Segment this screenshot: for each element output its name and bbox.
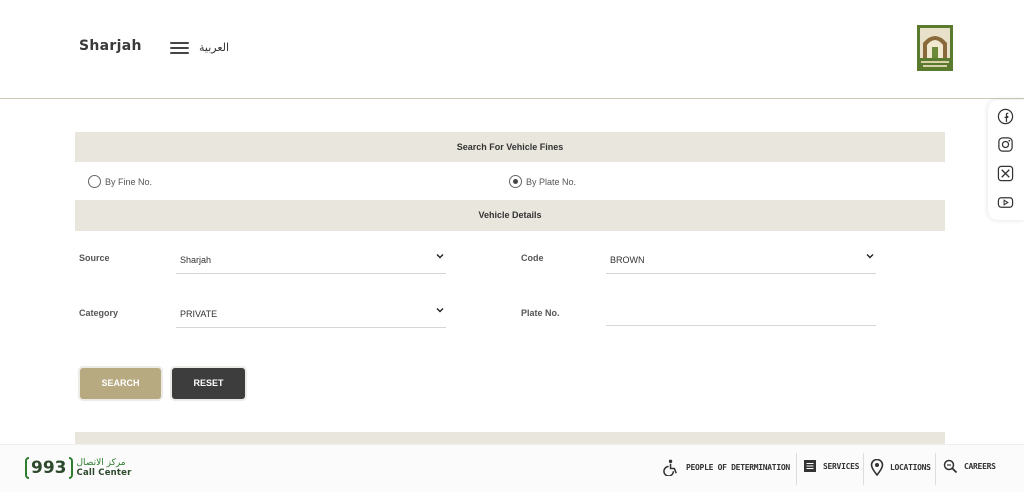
footer-divider — [796, 453, 797, 485]
footer-divider — [935, 453, 936, 485]
footer-link-careers[interactable]: CAREERS — [943, 459, 996, 474]
footer-link-services[interactable]: SERVICES — [803, 459, 859, 473]
footer-link-people-of-determination[interactable]: PEOPLE OF DETERMINATION — [663, 459, 790, 476]
footer-divider — [863, 453, 864, 485]
plate-no-input[interactable] — [606, 302, 876, 326]
wheelchair-icon — [663, 459, 677, 476]
chevron-down-icon — [866, 254, 874, 259]
footer-link-label: SERVICES — [823, 461, 860, 471]
category-value: PRIVATE — [180, 309, 218, 319]
social-links-sidebar — [988, 100, 1024, 220]
call-center-number: 993 — [25, 456, 73, 480]
site-header: Sharjah العربية — [0, 0, 1024, 99]
code-select[interactable]: BROWN — [606, 248, 876, 274]
call-center-badge[interactable]: 993 مركز الاتصال Call Center — [25, 456, 132, 480]
location-pin-icon — [870, 459, 884, 476]
chevron-down-icon — [436, 308, 444, 313]
sharjah-municipality-logo[interactable] — [917, 25, 953, 71]
x-icon[interactable] — [997, 165, 1014, 182]
source-label: Source — [79, 253, 110, 263]
code-label: Code — [521, 253, 544, 263]
call-center-digits: 993 — [31, 458, 67, 478]
category-label: Category — [79, 308, 119, 318]
search-section-header: Search For Vehicle Fines — [75, 132, 945, 162]
category-select[interactable]: PRIVATE — [176, 302, 446, 328]
search-button[interactable]: SEARCH — [80, 368, 161, 399]
footer-bar: 993 مركز الاتصال Call Center PEOPLE OF D… — [0, 444, 1024, 492]
brand-title[interactable]: Sharjah — [79, 38, 142, 54]
list-icon — [804, 460, 816, 472]
youtube-icon[interactable] — [997, 194, 1014, 211]
radio-label: By Fine No. — [105, 176, 153, 187]
plate-no-label: Plate No. — [521, 308, 560, 318]
chevron-down-icon — [436, 254, 444, 259]
radio-by-fine-no[interactable]: By Fine No. — [88, 175, 152, 188]
radio-label: By Plate No. — [526, 176, 577, 187]
radio-circle[interactable] — [88, 175, 101, 188]
call-center-text: مركز الاتصال Call Center — [77, 458, 132, 478]
bracket-right — [68, 457, 73, 479]
radio-circle-selected[interactable] — [509, 175, 522, 188]
vehicle-details-header: Vehicle Details — [75, 200, 945, 231]
call-center-arabic: مركز الاتصال — [76, 458, 126, 468]
instagram-icon[interactable] — [997, 136, 1014, 153]
source-value: Sharjah — [180, 255, 212, 265]
hamburger-icon[interactable] — [170, 42, 189, 55]
footer-link-locations[interactable]: LOCATIONS — [870, 459, 931, 476]
language-toggle-link[interactable]: العربية — [199, 41, 229, 54]
source-select[interactable]: Sharjah — [176, 248, 446, 274]
footer-link-label: LOCATIONS — [890, 463, 931, 472]
footer-link-label: PEOPLE OF DETERMINATION — [686, 463, 790, 472]
radio-by-plate-no[interactable]: By Plate No. — [509, 175, 576, 188]
code-value: BROWN — [610, 255, 645, 265]
reset-button[interactable]: RESET — [172, 368, 245, 399]
call-center-label: Call Center — [76, 468, 132, 478]
facebook-icon[interactable] — [997, 108, 1014, 125]
footer-link-label: CAREERS — [964, 462, 996, 471]
search-careers-icon — [943, 459, 958, 474]
